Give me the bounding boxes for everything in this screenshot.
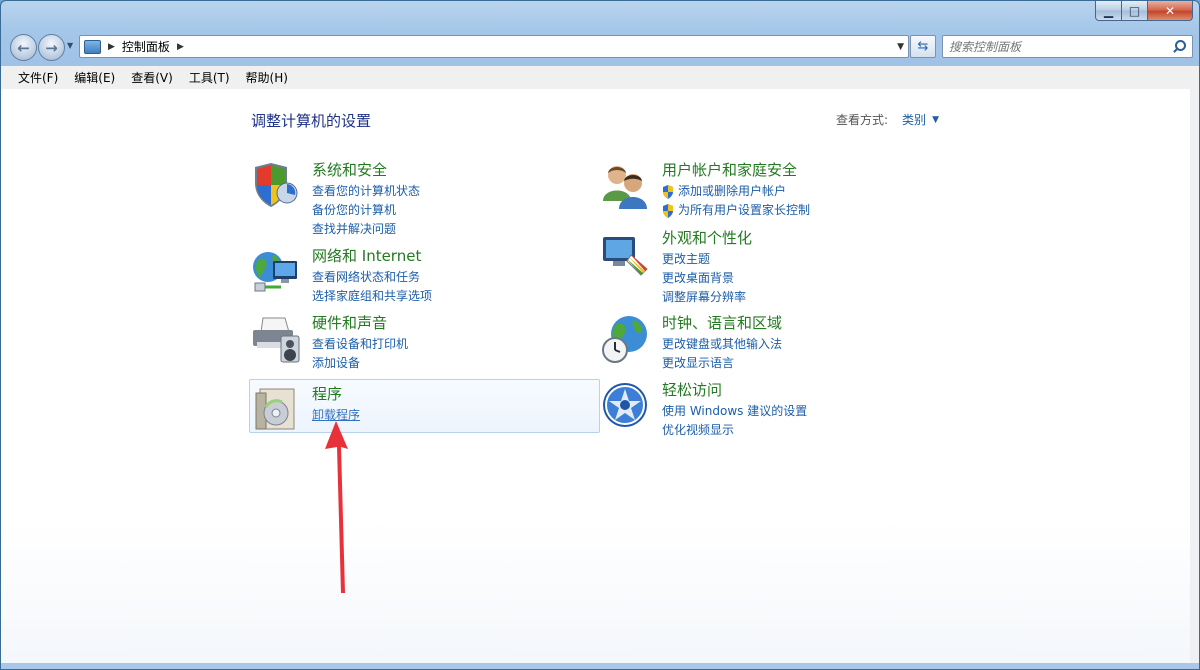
category-title[interactable]: 轻松访问 [662,381,722,399]
scrollbar[interactable] [1190,89,1199,663]
link-change-display-language[interactable]: 更改显示语言 [662,354,782,373]
address-bar[interactable]: ▶ 控制面板 ▶ ▼ [79,35,909,58]
menu-file[interactable]: 文件(F) [10,67,66,88]
view-by-dropdown[interactable]: 类别 [902,111,926,128]
back-arrow-icon: ← [17,38,30,57]
globe-clock-icon[interactable] [601,314,651,364]
category-programs[interactable]: 程序 卸载程序 [249,379,600,433]
category-title[interactable]: 系统和安全 [312,161,387,179]
content-area: 调整计算机的设置 查看方式: 类别 ▼ 系统和安全 查看您的计算机状态 备份您的… [1,89,1190,663]
breadcrumb-chevron-icon[interactable]: ▶ [177,42,184,52]
breadcrumb-chevron-icon[interactable]: ▶ [108,42,115,52]
link-add-device[interactable]: 添加设备 [312,354,408,373]
link-homegroup-sharing[interactable]: 选择家庭组和共享选项 [312,287,432,306]
search-input[interactable] [949,39,1169,54]
uac-shield-icon [662,184,674,199]
menu-edit[interactable]: 编辑(E) [66,67,123,88]
window-bottom-border [1,663,1199,669]
menu-help[interactable]: 帮助(H) [238,67,296,88]
ease-of-access-icon[interactable] [601,381,651,431]
link-network-status[interactable]: 查看网络状态和任务 [312,268,432,287]
category-title[interactable]: 程序 [312,385,342,403]
address-dropdown-icon[interactable]: ▼ [897,42,904,52]
caption-buttons: ▁ □ ✕ [1095,1,1193,21]
back-button[interactable]: ← [10,34,37,61]
forward-button[interactable]: → [38,34,65,61]
close-button[interactable]: ✕ [1148,1,1193,21]
link-adjust-resolution[interactable]: 调整屏幕分辨率 [662,288,746,307]
view-by: 查看方式: 类别 ▼ [836,111,939,128]
search-box[interactable] [942,35,1193,58]
programs-icon[interactable] [252,383,302,433]
link-change-theme[interactable]: 更改主题 [662,250,746,269]
menu-tools[interactable]: 工具(T) [181,67,238,88]
category-clock-language-region: 时钟、语言和区域 更改键盘或其他输入法 更改显示语言 [601,314,951,374]
control-panel-window: ▁ □ ✕ ← → ▼ ▶ 控制面板 ▶ ▼ ⇆ 文件(F) 编辑(E) 查看(… [0,0,1200,670]
link-devices-printers[interactable]: 查看设备和打印机 [312,335,408,354]
monitor-palette-icon[interactable] [601,229,651,279]
category-title[interactable]: 外观和个性化 [662,229,752,247]
refresh-button[interactable]: ⇆ [910,35,936,58]
network-globe-icon[interactable] [251,247,301,297]
dropdown-arrow-icon[interactable]: ▼ [932,115,939,125]
search-icon[interactable] [1171,39,1187,55]
recent-pages-dropdown[interactable]: ▼ [67,41,73,50]
breadcrumb-control-panel[interactable]: 控制面板 [122,38,170,55]
category-appearance: 外观和个性化 更改主题 更改桌面背景 调整屏幕分辨率 [601,229,951,304]
view-by-label: 查看方式: [836,113,889,127]
uac-shield-icon [662,203,674,218]
users-icon[interactable] [601,161,651,211]
menu-bar: 文件(F) 编辑(E) 查看(V) 工具(T) 帮助(H) [1,65,1199,90]
category-user-accounts: 用户帐户和家庭安全 添加或删除用户帐户 为所有用户设置家长控制 [601,161,951,221]
link-optimize-display[interactable]: 优化视频显示 [662,421,807,440]
link-change-desktop-background[interactable]: 更改桌面背景 [662,269,746,288]
category-title[interactable]: 硬件和声音 [312,314,387,332]
category-title[interactable]: 用户帐户和家庭安全 [662,161,797,179]
category-ease-of-access: 轻松访问 使用 Windows 建议的设置 优化视频显示 [601,381,951,441]
printer-icon[interactable] [251,314,301,364]
menu-view[interactable]: 查看(V) [123,67,181,88]
control-panel-icon [84,39,101,54]
link-parental-controls[interactable]: 为所有用户设置家长控制 [662,201,810,220]
link-troubleshoot[interactable]: 查找并解决问题 [312,220,420,239]
category-title[interactable]: 网络和 Internet [312,247,421,265]
link-change-input-methods[interactable]: 更改键盘或其他输入法 [662,335,782,354]
category-hardware-sound: 硬件和声音 查看设备和打印机 添加设备 [251,314,601,374]
page-title: 调整计算机的设置 [251,112,372,130]
link-view-computer-status[interactable]: 查看您的计算机状态 [312,182,420,201]
category-system-security: 系统和安全 查看您的计算机状态 备份您的计算机 查找并解决问题 [251,161,601,236]
category-title[interactable]: 时钟、语言和区域 [662,314,782,332]
maximize-button[interactable]: □ [1122,1,1148,21]
shield-icon[interactable] [251,161,301,211]
link-add-remove-accounts[interactable]: 添加或删除用户帐户 [662,182,810,201]
minimize-button[interactable]: ▁ [1095,1,1122,21]
annotation-arrow-icon [325,421,348,593]
category-network-internet: 网络和 Internet 查看网络状态和任务 选择家庭组和共享选项 [251,247,601,307]
link-backup-computer[interactable]: 备份您的计算机 [312,201,420,220]
forward-arrow-icon: → [45,38,58,57]
refresh-icon: ⇆ [917,39,929,54]
link-recommended-settings[interactable]: 使用 Windows 建议的设置 [662,402,807,421]
